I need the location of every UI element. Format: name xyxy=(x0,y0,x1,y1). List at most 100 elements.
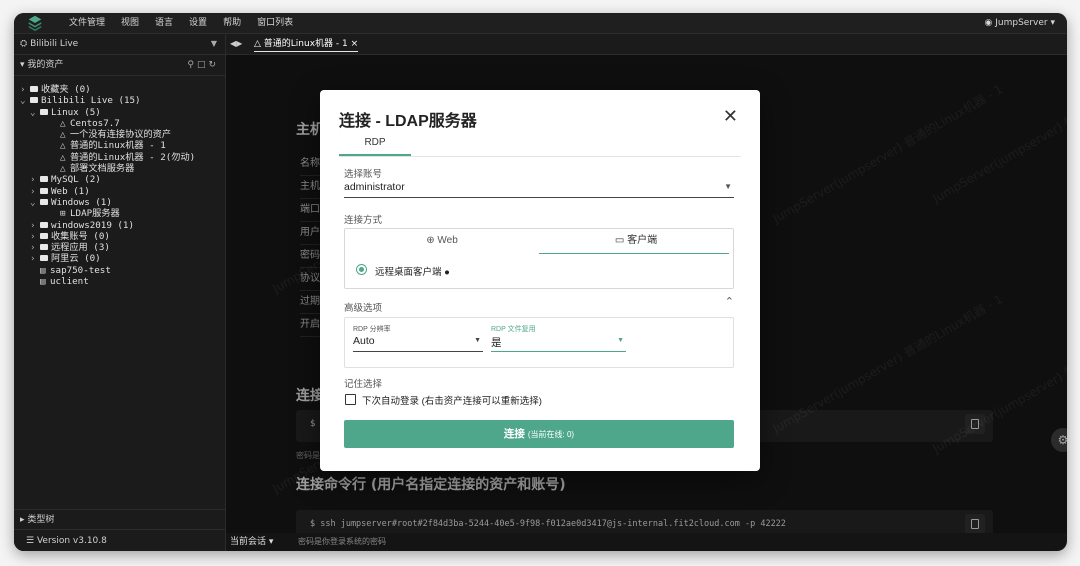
tree-node[interactable]: › windows2019 (1) xyxy=(14,220,195,231)
tree-node[interactable]: › 收藏夹 (0) xyxy=(14,84,195,95)
folder-icon xyxy=(40,221,48,228)
chevron-right-icon[interactable]: › xyxy=(30,174,40,185)
tab-divider xyxy=(339,156,741,157)
tree-node-label: LDAP服务器 xyxy=(70,208,120,220)
chevron-down-icon[interactable]: ⌄ xyxy=(30,197,40,208)
rdp-client-option[interactable]: 远程桌面客户端 ● xyxy=(375,264,450,278)
app-icon: ▤ xyxy=(40,276,46,288)
menu-language[interactable]: 语言 xyxy=(147,13,181,33)
tree-node[interactable]: △ 普通的Linux机器 - 2(勿动) xyxy=(14,152,195,163)
resolution-select[interactable]: Auto ▼ xyxy=(353,335,483,352)
tab-nav-arrows[interactable]: ◀▶ xyxy=(230,34,242,54)
rdp-client-radio[interactable] xyxy=(356,264,367,275)
sidebar: ⛭ Bilibili Live ▼ ▾ 我的资产 ⚲□↻ › 收藏夹 (0) ⌄ Bi… xyxy=(14,34,226,551)
method-tab-web[interactable]: ⊕ Web xyxy=(345,229,539,253)
linux-icon: △ xyxy=(60,117,66,129)
tree-node[interactable]: △ Centos7.7 xyxy=(14,118,195,129)
menu-settings[interactable]: 设置 xyxy=(181,13,215,33)
tree-node[interactable]: ⌄ Linux (5) xyxy=(14,107,195,118)
account-select[interactable]: administrator ▼ xyxy=(344,181,734,198)
linux-icon: △ xyxy=(60,129,66,141)
folder-icon xyxy=(40,108,48,115)
tree-node-label: sap750-test xyxy=(50,264,111,276)
tree-node-label: 普通的Linux机器 - 2(勿动) xyxy=(70,151,196,163)
tab-rdp[interactable]: RDP xyxy=(339,137,411,156)
tree-node[interactable]: ▤ uclient xyxy=(14,276,195,287)
tree-node[interactable]: △ 普通的Linux机器 - 1 xyxy=(14,140,195,151)
remember-label: 记住选择 xyxy=(344,379,383,390)
menu-items: 文件管理 视图 语言 设置 帮助 窗口列表 xyxy=(61,13,301,33)
tree-node[interactable]: › 收集账号 (0) xyxy=(14,231,195,242)
tree-node[interactable]: △ 一个没有连接协议的资产 xyxy=(14,129,195,140)
tree-node[interactable]: ▤ sap750-test xyxy=(14,265,195,276)
chevron-up-icon[interactable]: ⌃ xyxy=(725,295,734,308)
chevron-right-icon[interactable]: › xyxy=(30,231,40,242)
menu-window-list[interactable]: 窗口列表 xyxy=(249,13,301,33)
type-tree-toggle[interactable]: ▸ 类型树 xyxy=(14,509,225,529)
tree-node[interactable]: › MySQL (2) xyxy=(14,174,195,185)
auto-login-checkbox[interactable] xyxy=(345,394,356,405)
menu-help[interactable]: 帮助 xyxy=(215,13,249,33)
chevron-down-icon: ▼ xyxy=(210,39,217,48)
monitor-icon: ▭ xyxy=(614,235,625,246)
search-icon[interactable]: ⚲ xyxy=(187,60,197,70)
chevron-right-icon[interactable]: › xyxy=(30,242,40,253)
tree-node-label: Web (1) xyxy=(51,185,90,197)
connect-dialog: 连接 - LDAP服务器 ✕ RDP 选择账号 administrator ▼ … xyxy=(320,90,760,471)
tree-node-label: windows2019 (1) xyxy=(51,219,134,231)
tree-node[interactable]: ⊞ LDAP服务器 xyxy=(14,208,195,219)
chevron-down-icon[interactable]: ⌄ xyxy=(20,95,30,106)
tree-node-label: 阿里云 (0) xyxy=(51,253,101,265)
tree-node[interactable]: △ 部署文档服务器 xyxy=(14,163,195,174)
linux-icon: △ xyxy=(60,151,66,163)
reuse-select[interactable]: 是 ▼ xyxy=(491,335,626,352)
tree-node[interactable]: › Web (1) xyxy=(14,186,195,197)
type-tree-label: 类型树 xyxy=(27,515,55,525)
connect-button[interactable]: 连接 (当前在线: 0) xyxy=(344,420,734,448)
tree-node-label: 部署文档服务器 xyxy=(70,163,135,175)
reuse-label: RDP 文件复用 xyxy=(491,326,536,333)
advanced-options-box: RDP 分辨率 Auto ▼ RDP 文件复用 是 ▼ xyxy=(344,317,734,368)
menu-file[interactable]: 文件管理 xyxy=(61,13,113,33)
tree-node-label: Windows (1) xyxy=(51,196,112,208)
menu-view[interactable]: 视图 xyxy=(113,13,147,33)
chevron-down-icon: ▼ xyxy=(724,182,732,191)
tree-node[interactable]: › 远程应用 (3) xyxy=(14,242,195,253)
tree-node[interactable]: ⌄ Bilibili Live (15) xyxy=(14,95,195,106)
folder-icon xyxy=(40,255,48,262)
tab-bar: ◀▶ △ 普通的Linux机器 - 1 × xyxy=(226,34,1067,55)
method-tab-client[interactable]: ▭ 客户端 xyxy=(539,229,733,254)
tree-node[interactable]: ⌄ Windows (1) xyxy=(14,197,195,208)
info-icon[interactable]: ● xyxy=(444,267,450,278)
auto-login-label[interactable]: 下次自动登录 (右击资产连接可以重新选择) xyxy=(362,393,542,407)
user-menu[interactable]: ◉ JumpServer ▾ xyxy=(985,13,1056,33)
folder-icon xyxy=(30,97,38,104)
current-session-menu[interactable]: 当前会话 ▾ xyxy=(226,533,273,551)
asset-tools: ⚲□↻ xyxy=(187,55,219,75)
connect-button-label: 连接 xyxy=(503,428,525,440)
close-icon[interactable]: ✕ xyxy=(723,106,738,127)
org-selector[interactable]: ⛭ Bilibili Live ▼ xyxy=(14,34,225,55)
collapse-icon: ▾ xyxy=(20,60,25,70)
method-web-label: Web xyxy=(437,235,458,246)
chevron-down-icon[interactable]: ⌄ xyxy=(30,107,40,118)
linux-icon: △ xyxy=(60,163,66,175)
square-icon[interactable]: □ xyxy=(197,60,209,70)
my-assets-header[interactable]: ▾ 我的资产 ⚲□↻ xyxy=(14,55,225,76)
tree-node[interactable]: › 阿里云 (0) xyxy=(14,253,195,264)
chevron-right-icon[interactable]: › xyxy=(30,220,40,231)
chevron-right-icon[interactable]: › xyxy=(30,186,40,197)
folder-icon xyxy=(40,176,48,183)
chevron-right-icon[interactable]: › xyxy=(20,84,30,95)
method-client-label: 客户端 xyxy=(627,235,658,246)
tree-node-label: Linux (5) xyxy=(51,106,101,118)
folder-icon xyxy=(30,86,38,92)
refresh-icon[interactable]: ↻ xyxy=(208,60,219,70)
jumpserver-logo-icon xyxy=(28,15,42,32)
chevron-right-icon[interactable]: › xyxy=(30,253,40,264)
resolution-label: RDP 分辨率 xyxy=(353,326,391,333)
tree-node-label: 收藏夹 (0) xyxy=(41,84,91,95)
tab-label: 普通的Linux机器 - 1 × xyxy=(263,39,359,49)
tab-linux-1[interactable]: △ 普通的Linux机器 - 1 × xyxy=(254,34,359,54)
my-assets-title: 我的资产 xyxy=(27,60,64,70)
